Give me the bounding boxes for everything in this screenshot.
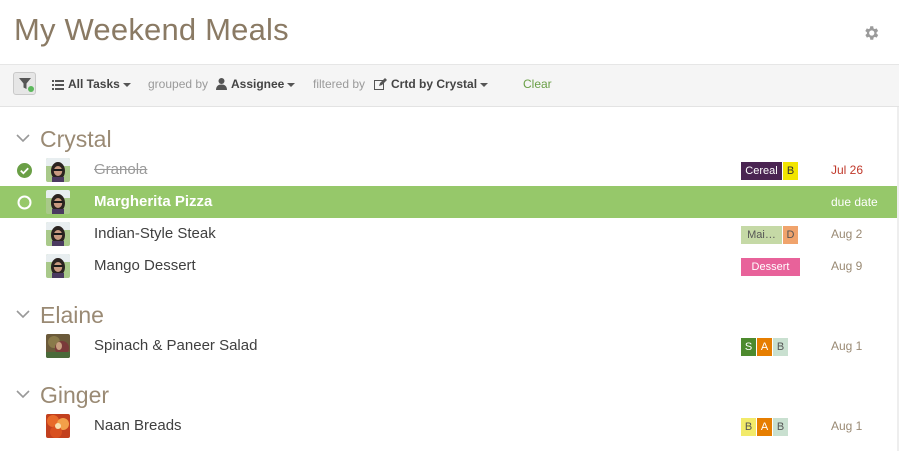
task-name[interactable]: Granola: [94, 154, 147, 186]
complete-toggle[interactable]: [17, 227, 32, 242]
chevron-down-icon: [287, 82, 296, 87]
list-icon: [52, 80, 64, 90]
filter-active-dot: [28, 86, 34, 92]
view-dropdown[interactable]: All Tasks: [52, 76, 131, 92]
avatar[interactable]: [46, 414, 70, 438]
due-date[interactable]: due date: [831, 186, 878, 218]
chevron-down-icon: [480, 82, 489, 87]
group-header[interactable]: Elaine: [0, 301, 899, 329]
avatar[interactable]: [46, 190, 70, 214]
task-row[interactable]: Spinach & Paneer Salad S A B Aug 1: [0, 330, 899, 362]
task-name[interactable]: Naan Breads: [94, 410, 182, 442]
clear-filter-link[interactable]: Clear: [523, 76, 552, 92]
tag-list: Cereal B: [741, 162, 798, 180]
filter-value: Crtd by Crystal: [391, 77, 478, 91]
complete-toggle[interactable]: [17, 419, 32, 434]
tag-list: Dessert: [741, 258, 800, 276]
tag-badge[interactable]: Dessert: [741, 258, 800, 276]
due-date[interactable]: Aug 9: [831, 250, 862, 282]
avatar[interactable]: [46, 222, 70, 246]
tag-list: Mai… D: [741, 226, 798, 244]
due-date[interactable]: Aug 1: [831, 410, 862, 442]
tag-badge[interactable]: B: [783, 162, 798, 180]
task-name[interactable]: Margherita Pizza: [94, 186, 212, 218]
task-row[interactable]: Mango Dessert Dessert Aug 9: [0, 250, 899, 282]
task-row[interactable]: Granola Cereal B Jul 26: [0, 154, 899, 186]
check-circle-icon[interactable]: [17, 163, 32, 178]
tag-badge[interactable]: S: [741, 338, 756, 356]
chevron-down-icon[interactable]: [16, 133, 30, 143]
grouped-by-label: grouped by: [148, 77, 209, 91]
tag-badge[interactable]: Cereal: [741, 162, 782, 180]
avatar[interactable]: [46, 334, 70, 358]
task-name[interactable]: Indian-Style Steak: [94, 218, 216, 250]
due-date[interactable]: Aug 2: [831, 218, 862, 250]
avatar[interactable]: [46, 158, 70, 182]
due-date[interactable]: Jul 26: [831, 154, 863, 186]
tag-list: SAB: [741, 338, 788, 356]
tag-list: BAB: [741, 418, 788, 436]
group-name: Ginger: [40, 382, 110, 408]
group-name: Crystal: [40, 126, 112, 152]
filter-toggle-button[interactable]: [13, 72, 36, 95]
filter-toolbar: All Tasks grouped by Assignee filtered b…: [0, 65, 899, 107]
task-name[interactable]: Mango Dessert: [94, 250, 196, 282]
tag-badge[interactable]: B: [741, 418, 756, 436]
tag-badge[interactable]: D: [783, 226, 798, 244]
chevron-down-icon: [122, 82, 131, 87]
circle-icon[interactable]: [17, 195, 32, 210]
tag-badge[interactable]: B: [773, 338, 788, 356]
person-icon: [216, 78, 227, 90]
complete-toggle[interactable]: [17, 259, 32, 274]
filter-dropdown[interactable]: Crtd by Crystal: [374, 76, 489, 92]
task-name[interactable]: Spinach & Paneer Salad: [94, 330, 257, 362]
task-row[interactable]: Naan Breads B A B Aug 1: [0, 410, 899, 442]
task-row[interactable]: Indian-Style Steak Mai… D Aug 2: [0, 218, 899, 250]
due-date[interactable]: Aug 1: [831, 330, 862, 362]
tag-badge[interactable]: Mai…: [741, 226, 782, 244]
chevron-down-icon[interactable]: [16, 389, 30, 399]
group-dropdown[interactable]: Assignee: [216, 76, 296, 92]
group-name: Elaine: [40, 302, 104, 328]
group-header[interactable]: Crystal: [0, 125, 899, 153]
page-header: My Weekend Meals: [0, 0, 899, 65]
gear-icon[interactable]: [862, 24, 880, 42]
avatar[interactable]: [46, 254, 70, 278]
group-value: Assignee: [231, 77, 285, 91]
edit-icon: [374, 78, 387, 90]
chevron-down-icon[interactable]: [16, 309, 30, 319]
tag-badge[interactable]: B: [773, 418, 788, 436]
view-label: All Tasks: [68, 77, 120, 91]
complete-toggle[interactable]: [17, 339, 32, 354]
page-title: My Weekend Meals: [14, 12, 289, 47]
tag-badge[interactable]: A: [757, 338, 772, 356]
group-header[interactable]: Ginger: [0, 381, 899, 409]
tag-badge[interactable]: A: [757, 418, 772, 436]
task-row[interactable]: Margherita Pizza due date: [0, 186, 899, 218]
filtered-by-label: filtered by: [313, 77, 366, 91]
